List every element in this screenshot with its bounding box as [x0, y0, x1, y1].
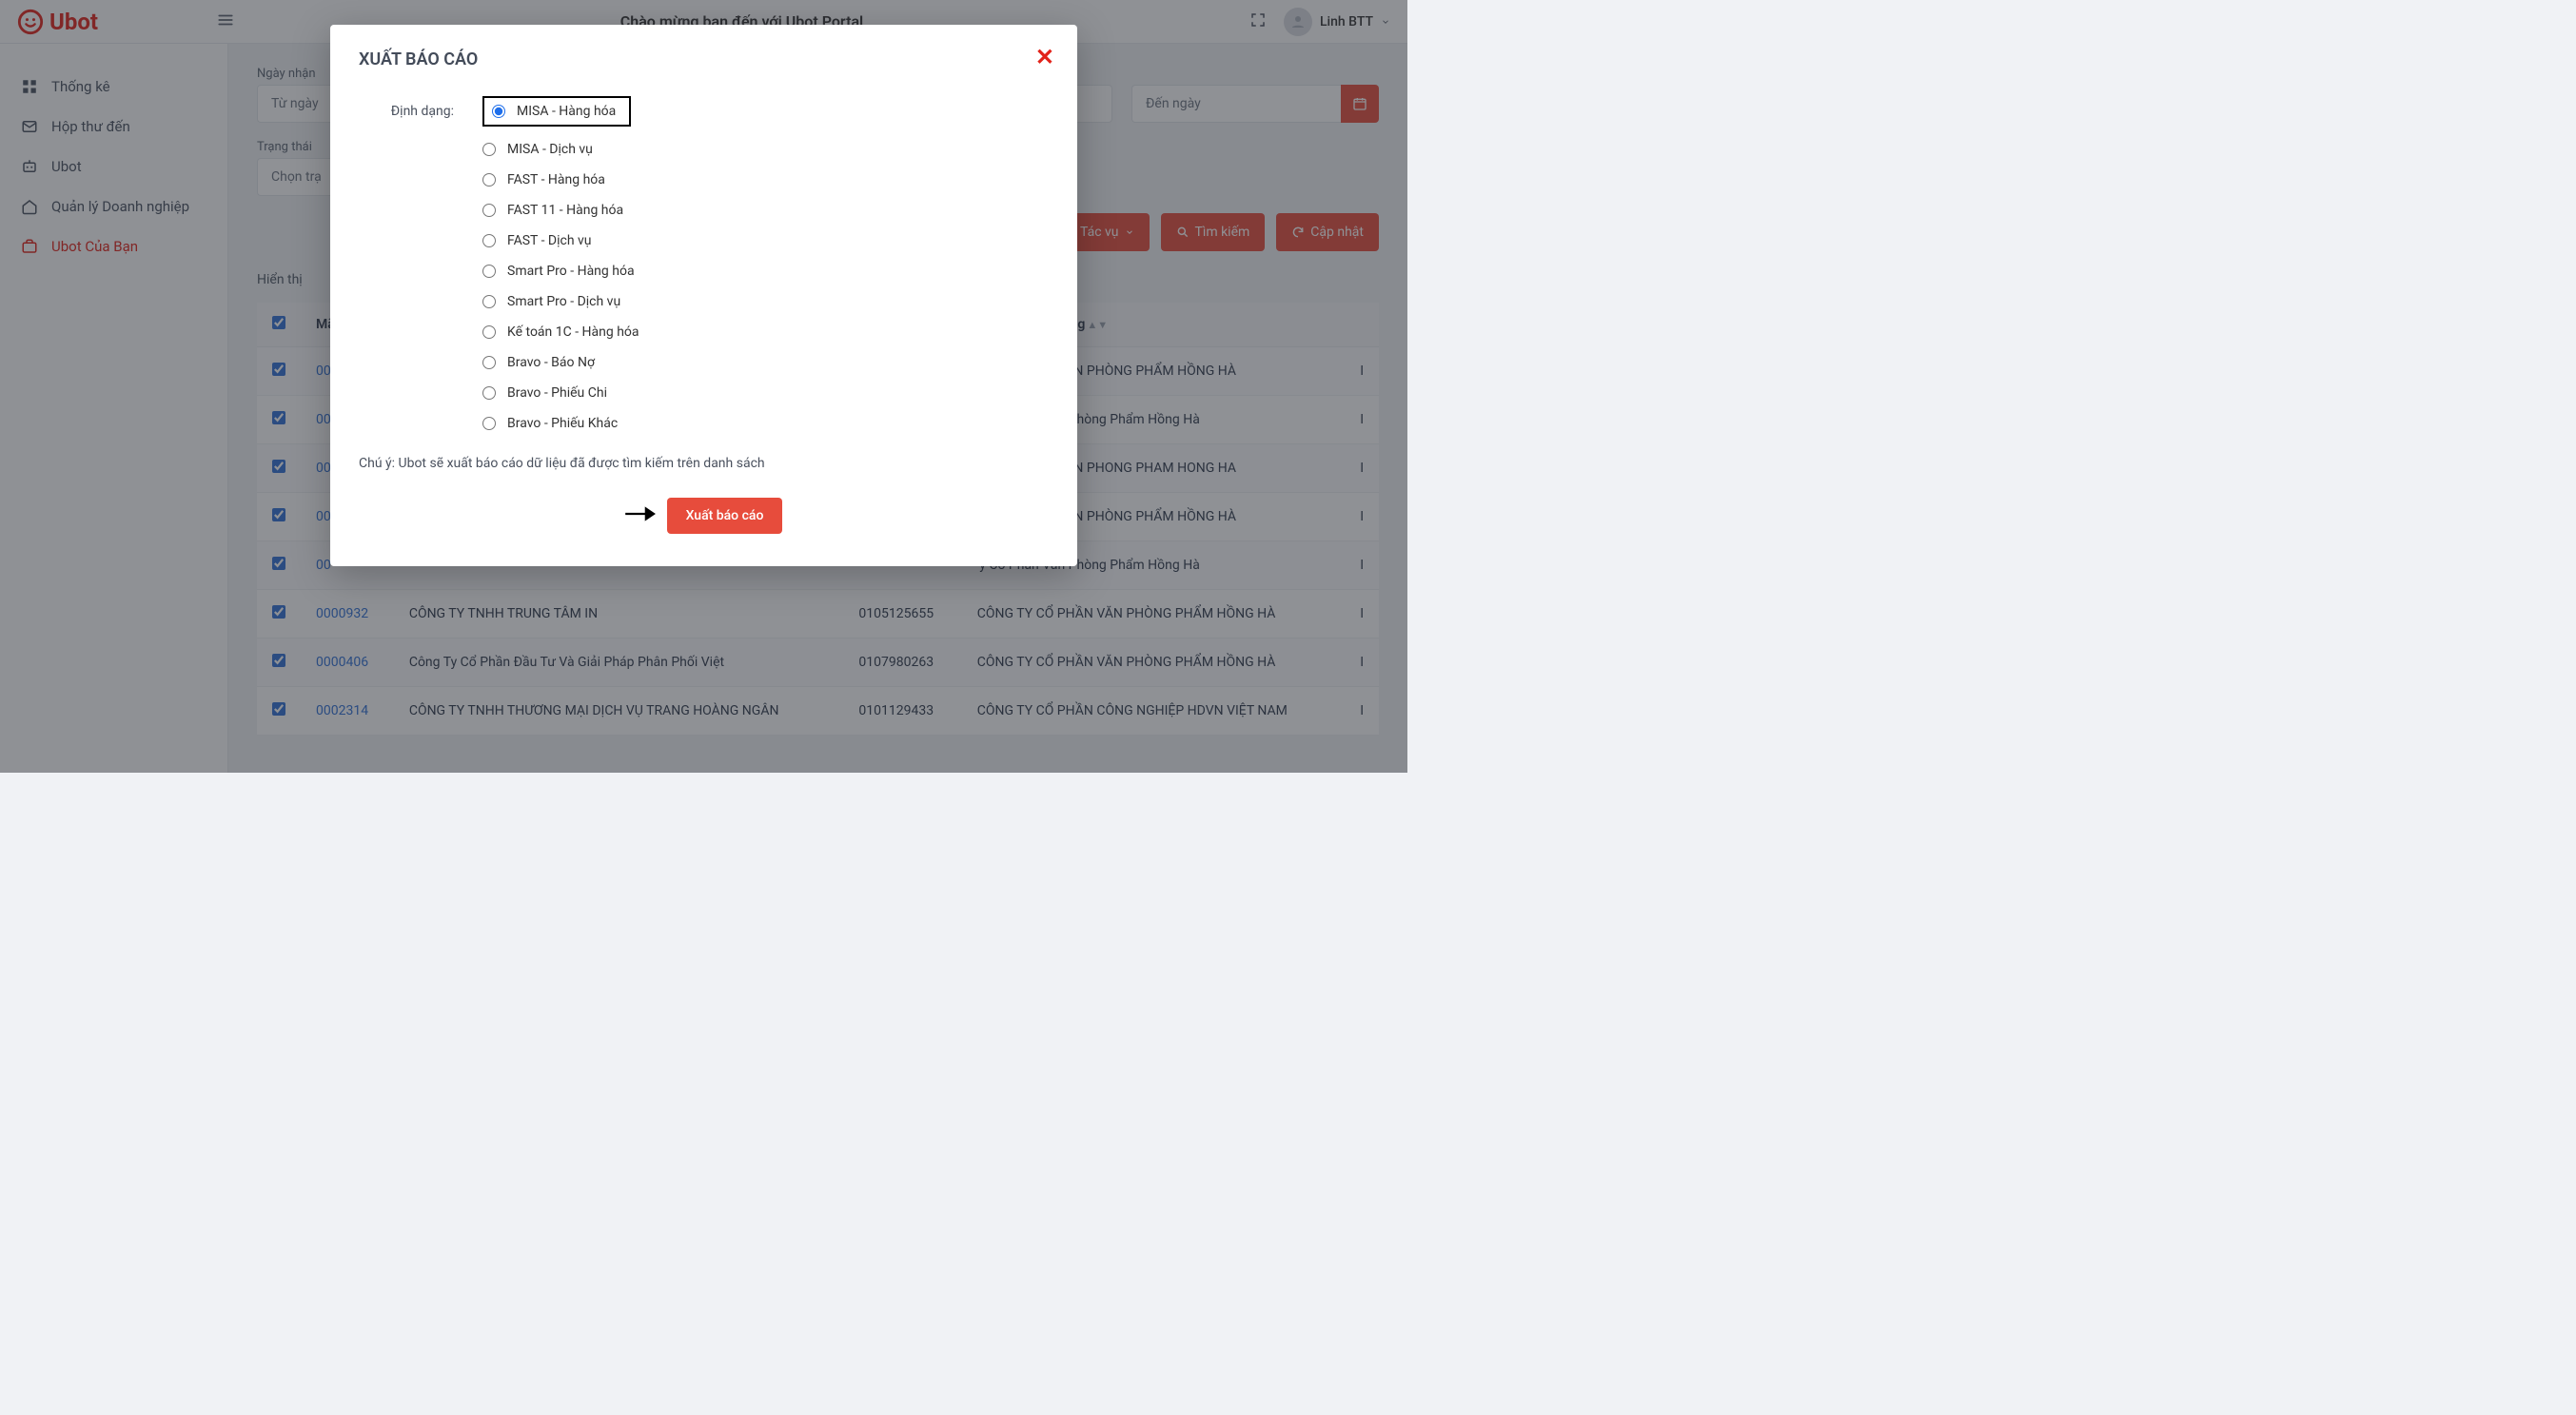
- format-radio[interactable]: [482, 325, 496, 339]
- format-radio[interactable]: [482, 265, 496, 278]
- format-option-label: Kế toán 1C - Hàng hóa: [507, 324, 639, 340]
- format-option[interactable]: Kế toán 1C - Hàng hóa: [482, 324, 639, 340]
- format-option-label: MISA - Dịch vụ: [507, 142, 593, 157]
- format-option[interactable]: FAST - Dịch vụ: [482, 233, 639, 248]
- format-radio[interactable]: [482, 386, 496, 400]
- export-modal: XUẤT BÁO CÁO ✕ Định dạng: MISA - Hàng hó…: [330, 25, 1077, 566]
- format-option[interactable]: FAST - Hàng hóa: [482, 172, 639, 187]
- format-option[interactable]: MISA - Dịch vụ: [482, 142, 639, 157]
- format-option-label: FAST - Dịch vụ: [507, 233, 592, 248]
- modal-title: XUẤT BÁO CÁO: [359, 49, 1049, 69]
- export-button[interactable]: Xuất báo cáo: [667, 498, 783, 534]
- format-option-label: Smart Pro - Hàng hóa: [507, 264, 635, 279]
- close-button[interactable]: ✕: [1035, 46, 1054, 69]
- format-option-label: Bravo - Báo Nợ: [507, 355, 595, 370]
- format-option-label: Smart Pro - Dịch vụ: [507, 294, 620, 309]
- format-option[interactable]: Bravo - Phiếu Chi: [482, 385, 639, 401]
- format-radio[interactable]: [492, 105, 505, 118]
- format-radio-group: MISA - Hàng hóa MISA - Dịch vụ FAST - Hàng…: [482, 96, 639, 431]
- format-option[interactable]: FAST 11 - Hàng hóa: [482, 203, 639, 218]
- format-option-label: FAST 11 - Hàng hóa: [507, 203, 623, 218]
- format-option[interactable]: Smart Pro - Hàng hóa: [482, 264, 639, 279]
- modal-note: Chú ý: Ubot sẽ xuất báo cáo dữ liệu đã đ…: [359, 456, 1049, 471]
- pointer-arrow: [623, 501, 661, 530]
- format-radio[interactable]: [482, 295, 496, 308]
- format-label: Định dạng:: [359, 96, 454, 431]
- format-radio[interactable]: [482, 234, 496, 247]
- format-option-label: Bravo - Phiếu Chi: [507, 385, 607, 401]
- format-option[interactable]: Smart Pro - Dịch vụ: [482, 294, 639, 309]
- format-option-label: MISA - Hàng hóa: [517, 104, 616, 119]
- format-option[interactable]: Bravo - Phiếu Khác: [482, 416, 639, 431]
- format-option[interactable]: Bravo - Báo Nợ: [482, 355, 639, 370]
- format-radio[interactable]: [482, 173, 496, 187]
- format-option-label: FAST - Hàng hóa: [507, 172, 605, 187]
- format-option-label: Bravo - Phiếu Khác: [507, 416, 618, 431]
- format-radio[interactable]: [482, 356, 496, 369]
- format-radio[interactable]: [482, 417, 496, 430]
- format-option[interactable]: MISA - Hàng hóa: [482, 96, 631, 127]
- modal-overlay: XUẤT BÁO CÁO ✕ Định dạng: MISA - Hàng hó…: [0, 0, 1407, 773]
- format-radio[interactable]: [482, 143, 496, 156]
- format-radio[interactable]: [482, 204, 496, 217]
